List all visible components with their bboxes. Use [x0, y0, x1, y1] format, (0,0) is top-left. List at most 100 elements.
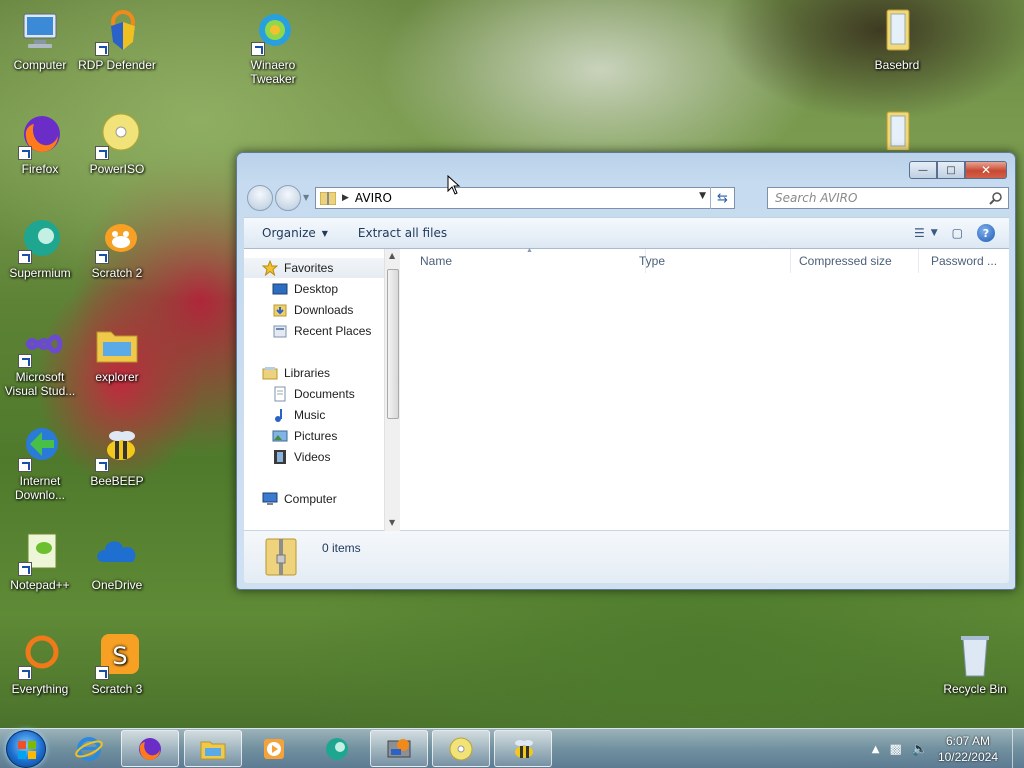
column-header-type[interactable]: Type [631, 249, 791, 273]
volume-muted-icon[interactable]: 🔈 [912, 742, 928, 757]
close-button[interactable]: ✕ [965, 161, 1007, 179]
column-header-name[interactable]: Name ▲ [402, 247, 646, 273]
desktop-icon-computer[interactable]: Computer [0, 8, 80, 72]
shortcut-arrow-icon [18, 458, 32, 472]
zip-folder-icon [265, 538, 297, 576]
show-hidden-icons-icon[interactable]: ▲ [872, 744, 880, 755]
shortcut-arrow-icon [251, 42, 265, 56]
taskbar-beebeep[interactable] [494, 730, 552, 767]
refresh-button[interactable]: ⇆ [710, 187, 734, 209]
file-list: Name ▲ Type Compressed size Password ... [402, 247, 1009, 531]
address-dropdown-icon[interactable]: ▼ [699, 191, 706, 201]
forward-button[interactable] [275, 185, 301, 211]
nav-computer-label: Computer [284, 492, 337, 506]
breadcrumb-aviro[interactable]: AVIRO [355, 191, 392, 205]
desktop-icon-label: PowerISO [89, 162, 145, 176]
shortcut-arrow-icon [18, 562, 32, 576]
star-icon [262, 260, 278, 276]
navigation-pane-scrollbar[interactable]: ▲ ▼ [384, 249, 400, 531]
film-icon [274, 450, 286, 464]
maximize-button[interactable]: □ [937, 161, 965, 179]
desktop-icon-scratch-2[interactable]: Scratch 2 [77, 216, 157, 280]
windows-logo-icon [18, 741, 36, 759]
desktop-icon-explorer[interactable]: explorer [77, 320, 157, 384]
desktop-icon-basebrd-2[interactable] [857, 110, 937, 150]
libraries-icon [262, 367, 278, 380]
desktop-icon-beebeep[interactable]: BeeBEEP [77, 424, 157, 488]
desktop-icon-recycle-bin[interactable]: Recycle Bin [935, 632, 1015, 696]
view-options-dropdown-icon[interactable]: ▼ [931, 228, 938, 238]
organize-button[interactable]: Organize ▼ [262, 226, 328, 240]
disc-icon [449, 737, 473, 760]
mouse-cursor-icon [447, 175, 461, 195]
search-placeholder: Search AVIRO [775, 191, 858, 205]
taskbar-firefox[interactable] [121, 730, 179, 767]
supermium-icon [326, 737, 348, 760]
nav-videos[interactable]: Videos [244, 447, 330, 467]
help-icon[interactable]: ? [977, 224, 995, 242]
media-player-icon [264, 738, 284, 759]
recent-pages-dropdown-icon[interactable]: ▼ [303, 193, 309, 202]
nav-videos-label: Videos [294, 450, 331, 464]
taskbar-rdp-defender[interactable] [370, 730, 428, 767]
computer-icon [16, 8, 64, 56]
desktop-icon-label: Internet Downlo... [14, 474, 66, 502]
taskbar-media-player[interactable] [245, 730, 303, 767]
network-icon[interactable]: ▩ [889, 742, 901, 757]
desktop-icon-onedrive[interactable]: OneDrive [77, 528, 157, 592]
notepad-icon [16, 528, 64, 576]
nav-downloads-label: Downloads [294, 303, 354, 317]
desktop-icon-notepad-plus-plus[interactable]: Notepad++ [0, 528, 80, 592]
nav-documents[interactable]: Documents [244, 384, 355, 404]
scratch-3-icon: S [93, 632, 141, 680]
desktop-icon-supermium[interactable]: Supermium [0, 216, 80, 280]
column-header-compressed-size[interactable]: Compressed size [791, 249, 919, 273]
desktop-icon-firefox[interactable]: Firefox [0, 112, 80, 176]
shield-icon [93, 8, 141, 56]
scroll-up-icon[interactable]: ▲ [389, 251, 395, 260]
desktop-icon-winaero-tweaker[interactable]: Winaero Tweaker [233, 8, 313, 86]
breadcrumb-separator-icon[interactable]: ▶ [342, 193, 349, 203]
desktop-icon-rdp-defender[interactable]: RDP Defender [77, 8, 157, 72]
desktop-icon-basebrd[interactable]: Basebrd [857, 8, 937, 72]
scroll-down-icon[interactable]: ▼ [389, 518, 395, 527]
nav-libraries[interactable]: Libraries [244, 363, 330, 383]
taskbar-poweriso[interactable] [432, 730, 490, 767]
nav-downloads[interactable]: Downloads [244, 300, 353, 320]
desktop-icon-idm[interactable]: Internet Downlo... [0, 424, 80, 502]
scroll-thumb[interactable] [387, 269, 399, 419]
search-icon[interactable] [989, 191, 1003, 205]
address-bar[interactable]: ▶ AVIRO ▼ ⇆ [315, 187, 735, 209]
search-input[interactable]: Search AVIRO [767, 187, 1009, 209]
nav-favorites[interactable]: Favorites [244, 258, 384, 278]
nav-desktop-label: Desktop [294, 282, 339, 296]
extract-all-button[interactable]: Extract all files [358, 226, 447, 240]
desktop-icon-visual-studio[interactable]: Microsoft Visual Stud... [0, 320, 80, 398]
desktop-icon-label: Winaero Tweaker [250, 58, 296, 86]
nav-recent-places[interactable]: Recent Places [244, 321, 371, 341]
folder-icon [873, 110, 921, 150]
sort-indicator-icon: ▲ [526, 247, 533, 254]
change-view-icon[interactable]: ☰ [914, 226, 925, 240]
show-desktop-button[interactable] [1012, 729, 1024, 768]
nav-desktop[interactable]: Desktop [244, 279, 338, 299]
nav-pictures[interactable]: Pictures [244, 426, 337, 446]
view-controls: ☰ ▼ ▢ ? [914, 218, 1009, 248]
desktop-icon-scratch-3[interactable]: S Scratch 3 [77, 632, 157, 696]
back-button[interactable] [247, 185, 273, 211]
firefox-icon [16, 112, 64, 160]
taskbar-internet-explorer[interactable] [60, 730, 118, 767]
minimize-button[interactable]: — [909, 161, 937, 179]
desktop-icon-poweriso[interactable]: PowerISO [77, 112, 157, 176]
preview-pane-icon[interactable]: ▢ [952, 226, 963, 240]
start-button[interactable] [6, 730, 46, 768]
nav-music[interactable]: Music [244, 405, 325, 425]
clock[interactable]: 6:07 AM 10/22/2024 [938, 733, 998, 765]
column-header-password[interactable]: Password ... [923, 249, 1007, 273]
taskbar-windows-explorer[interactable] [184, 730, 242, 767]
desktop-icon-everything[interactable]: Everything [0, 632, 80, 696]
internet-explorer-icon [75, 736, 103, 761]
taskbar-supermium[interactable] [308, 730, 366, 767]
organize-label: Organize [262, 226, 316, 240]
nav-computer[interactable]: Computer [244, 489, 337, 509]
